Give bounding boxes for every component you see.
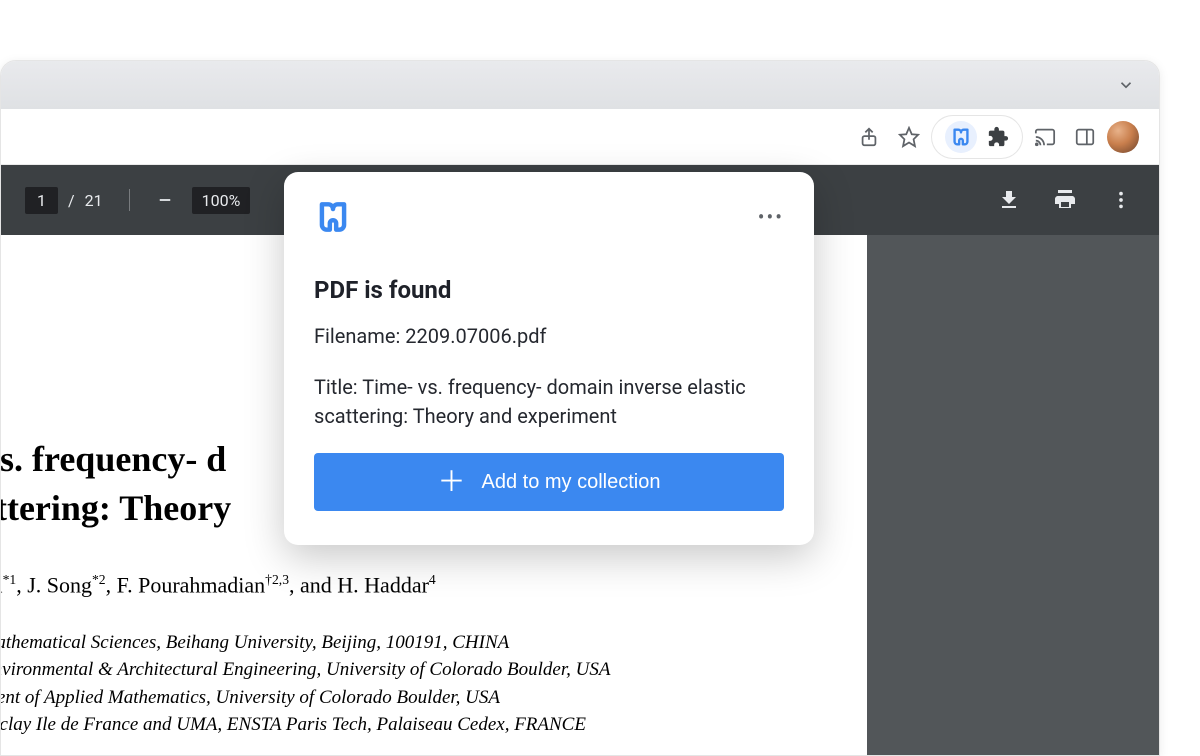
page-counter: 1 / 21 [25, 187, 103, 214]
affiliation-line: artment of Applied Mathematics, Universi… [1, 684, 867, 712]
extension-popup: ••• PDF is found Filename: 2209.07006.pd… [284, 172, 814, 545]
popup-filename: Filename: 2209.07006.pdf [314, 322, 784, 351]
profile-avatar[interactable] [1107, 121, 1139, 153]
affiliation-line: of Saclay Ile de France and UMA, ENSTA P… [1, 711, 867, 739]
filename-label: Filename: [314, 324, 400, 348]
page-sep: / [68, 191, 75, 210]
sidepanel-icon[interactable] [1067, 119, 1103, 155]
zoom-out-button[interactable] [156, 191, 174, 209]
popup-heading: PDF is found [314, 276, 784, 304]
plus-icon: ＋ [438, 468, 466, 496]
star-icon[interactable] [891, 119, 927, 155]
extension-app-icon[interactable] [945, 121, 977, 153]
zoom-controls: 100% [156, 187, 251, 214]
browser-toolbar [1, 109, 1159, 165]
total-pages: 21 [85, 191, 103, 210]
affiliation-line: of Mathematical Sciences, Beihang Univer… [1, 629, 867, 657]
share-icon[interactable] [851, 119, 887, 155]
toolbar-separator [129, 189, 130, 211]
title-label: Title: [314, 375, 358, 399]
more-horiz-icon[interactable]: ••• [758, 205, 784, 229]
add-to-collection-button[interactable]: ＋ Add to my collection [314, 453, 784, 511]
title-value: Time- vs. frequency- domain inverse elas… [314, 375, 746, 428]
paper-affiliations: of Mathematical Sciences, Beihang Univer… [1, 629, 867, 739]
filename-value: 2209.07006.pdf [405, 324, 546, 348]
print-icon[interactable] [1051, 186, 1079, 214]
cast-icon[interactable] [1027, 119, 1063, 155]
paper-authors: . Liu*1, J. Song*2, F. Pourahmadian†2,3,… [1, 572, 867, 598]
affiliation-line: il, Environmental & Architectural Engine… [1, 656, 867, 684]
puzzle-piece-icon[interactable] [987, 126, 1009, 148]
button-label: Add to my collection [482, 471, 661, 494]
extension-logo-icon [314, 198, 352, 236]
zoom-level[interactable]: 100% [192, 187, 251, 214]
current-page-input[interactable]: 1 [25, 187, 58, 214]
popup-title: Title: Time- vs. frequency- domain inver… [314, 373, 784, 431]
download-icon[interactable] [995, 186, 1023, 214]
browser-tab-strip [1, 61, 1159, 109]
more-vert-icon[interactable] [1107, 186, 1135, 214]
extensions-group [931, 115, 1023, 159]
chevron-down-icon[interactable] [1117, 76, 1135, 94]
